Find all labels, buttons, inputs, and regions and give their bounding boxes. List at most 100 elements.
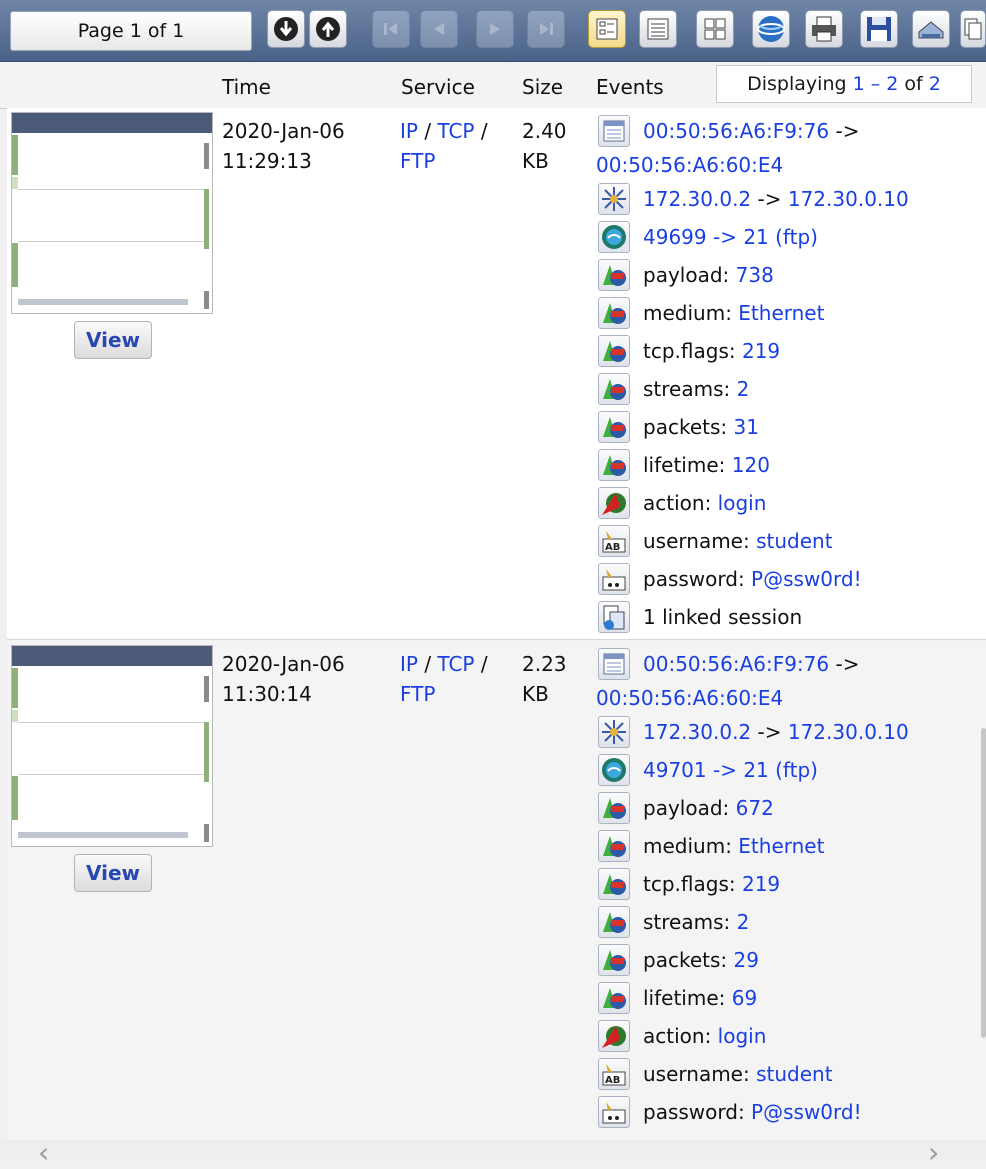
- svg-text:AB: AB: [605, 542, 620, 553]
- toolbar: Page 1 of 1: [0, 0, 986, 62]
- date: 2020-Jan-06: [222, 652, 345, 676]
- session-thumbnail[interactable]: [11, 112, 213, 314]
- detail-view-icon: [596, 18, 618, 40]
- attribute-value[interactable]: 2: [737, 910, 750, 934]
- port-icon: [598, 754, 630, 786]
- password-value[interactable]: P@ssw0rd!: [751, 1100, 862, 1124]
- session-thumbnail[interactable]: [11, 645, 213, 847]
- attribute-key: lifetime:: [643, 986, 732, 1010]
- attribute-value[interactable]: 219: [742, 872, 780, 896]
- attribute-value[interactable]: 219: [742, 339, 780, 363]
- scroll-left-icon[interactable]: ‹: [38, 1136, 49, 1169]
- horizontal-scrollbar[interactable]: ‹ ›: [0, 1136, 986, 1169]
- password-key: password:: [643, 567, 752, 591]
- globe-button[interactable]: [752, 10, 790, 48]
- grid-view-button[interactable]: [696, 10, 734, 48]
- event-username: AB username: student: [596, 522, 966, 560]
- password-icon: [598, 563, 630, 595]
- list-view-button[interactable]: [639, 10, 677, 48]
- service-link-ip[interactable]: IP: [400, 119, 418, 143]
- meta-icon: [598, 906, 630, 938]
- service-link-ftp[interactable]: FTP: [400, 149, 435, 173]
- ip-source[interactable]: 172.30.0.2: [643, 720, 751, 744]
- view-button[interactable]: View: [74, 321, 152, 359]
- download-button[interactable]: [267, 10, 305, 48]
- session-size: 2.23 KB: [522, 649, 567, 709]
- attribute-value[interactable]: 31: [733, 415, 758, 439]
- prev-page-icon: [434, 23, 444, 35]
- attribute-value[interactable]: Ethernet: [738, 301, 824, 325]
- attribute-value[interactable]: 120: [732, 453, 770, 477]
- service-link-tcp[interactable]: TCP: [437, 652, 474, 676]
- event-attribute: tcp.flags: 219: [596, 865, 966, 903]
- action-value[interactable]: login: [718, 491, 767, 515]
- password-value[interactable]: P@ssw0rd!: [751, 567, 862, 591]
- ip-destination[interactable]: 172.30.0.10: [788, 187, 909, 211]
- meta-icon: [598, 373, 630, 405]
- username-value[interactable]: student: [756, 529, 832, 553]
- event-attribute: streams: 2: [596, 370, 966, 408]
- service-link-ip[interactable]: IP: [400, 652, 418, 676]
- service-link-ftp[interactable]: FTP: [400, 682, 435, 706]
- view-label: View: [85, 861, 141, 885]
- attribute-value[interactable]: 2: [737, 377, 750, 401]
- last-page-icon: [540, 23, 553, 35]
- port-value[interactable]: 49699 -> 21 (ftp): [643, 225, 818, 249]
- vertical-scrollbar[interactable]: [980, 108, 986, 1140]
- event-attribute: payload: 672: [596, 789, 966, 827]
- mac-destination[interactable]: 00:50:56:A6:60:E4: [596, 153, 783, 177]
- mac-source[interactable]: 00:50:56:A6:F9:76: [643, 119, 829, 143]
- export-button[interactable]: [912, 10, 950, 48]
- mac-arrow: ->: [829, 652, 860, 676]
- vertical-scroll-thumb[interactable]: [981, 728, 986, 1038]
- event-attribute: medium: Ethernet: [596, 827, 966, 865]
- attribute-key: payload:: [643, 263, 736, 287]
- session-row: View 2020-Jan-06 11:30:14 IP / TCP / FTP 2…: [7, 641, 986, 1141]
- copy-button[interactable]: [960, 10, 986, 48]
- event-attribute: lifetime: 120: [596, 446, 966, 484]
- column-header: Time Service Size Events Displaying 1 – …: [0, 62, 986, 109]
- attribute-value[interactable]: 738: [736, 263, 774, 287]
- ip-arrow: ->: [751, 720, 788, 744]
- username-value[interactable]: student: [756, 1062, 832, 1086]
- size-value: 2.40: [522, 119, 567, 143]
- service-slash2: /: [474, 119, 488, 143]
- event-linked-session[interactable]: 1 linked session: [596, 598, 966, 636]
- attribute-value[interactable]: 672: [736, 796, 774, 820]
- view-button[interactable]: View: [74, 854, 152, 892]
- first-page-button[interactable]: [372, 10, 410, 48]
- event-attribute: streams: 2: [596, 903, 966, 941]
- event-action: action: login: [596, 484, 966, 522]
- next-page-icon: [490, 23, 500, 35]
- session-time: 2020-Jan-06 11:29:13: [222, 116, 345, 176]
- date: 2020-Jan-06: [222, 119, 345, 143]
- attribute-value[interactable]: Ethernet: [738, 834, 824, 858]
- attribute-value[interactable]: 69: [732, 986, 757, 1010]
- column-header-size[interactable]: Size: [522, 75, 563, 99]
- ip-source[interactable]: 172.30.0.2: [643, 187, 751, 211]
- column-header-service[interactable]: Service: [401, 75, 475, 99]
- print-button[interactable]: [805, 10, 843, 48]
- service-link-tcp[interactable]: TCP: [437, 119, 474, 143]
- attribute-value[interactable]: 29: [733, 948, 758, 972]
- action-value[interactable]: login: [718, 1024, 767, 1048]
- mac-destination[interactable]: 00:50:56:A6:60:E4: [596, 686, 783, 710]
- event-ip: 172.30.0.2 -> 172.30.0.10: [596, 180, 966, 218]
- meta-icon: [598, 792, 630, 824]
- session-size: 2.40 KB: [522, 116, 567, 176]
- mac-source[interactable]: 00:50:56:A6:F9:76: [643, 652, 829, 676]
- meta-icon: [598, 411, 630, 443]
- event-action: action: login: [596, 1017, 966, 1055]
- save-button[interactable]: [860, 10, 898, 48]
- event-attribute: medium: Ethernet: [596, 294, 966, 332]
- column-header-events[interactable]: Events: [596, 75, 664, 99]
- next-page-button[interactable]: [476, 10, 514, 48]
- upload-button[interactable]: [309, 10, 347, 48]
- scroll-right-icon[interactable]: ›: [928, 1136, 939, 1169]
- ip-destination[interactable]: 172.30.0.10: [788, 720, 909, 744]
- prev-page-button[interactable]: [420, 10, 458, 48]
- detail-view-button[interactable]: [588, 10, 626, 48]
- last-page-button[interactable]: [527, 10, 565, 48]
- column-header-time[interactable]: Time: [222, 75, 271, 99]
- port-value[interactable]: 49701 -> 21 (ftp): [643, 758, 818, 782]
